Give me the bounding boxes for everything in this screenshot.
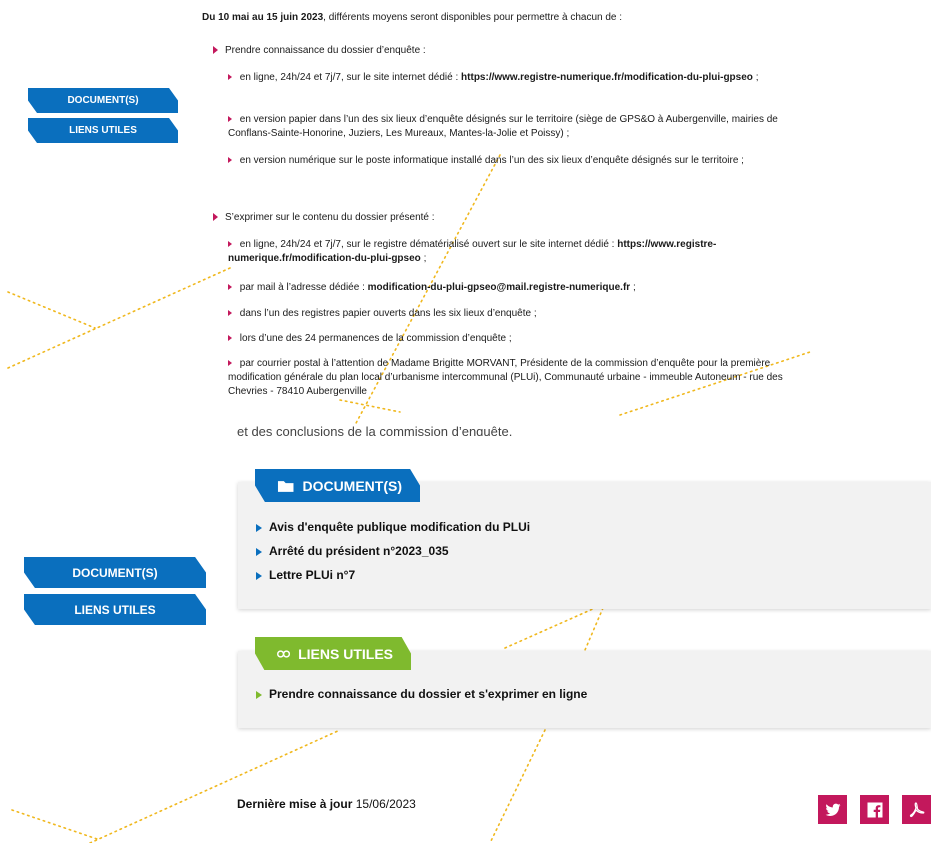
consult-digital-item: en version numérique sur le poste inform… <box>228 154 788 168</box>
bullet-icon <box>228 284 232 291</box>
section-title-consult: Prendre connaissance du dossier d’enquêt… <box>213 44 426 58</box>
document-link-lettre[interactable]: Lettre PLUi n°7 <box>256 568 355 582</box>
bullet-icon <box>228 241 232 248</box>
bullet-icon <box>228 74 232 81</box>
folder-icon <box>277 480 294 492</box>
last-updated: Dernière mise à jour 15/06/2023 <box>237 797 416 811</box>
arrow-icon <box>256 690 262 699</box>
bullet-icon <box>228 116 232 123</box>
twitter-share-button[interactable] <box>818 795 847 824</box>
express-mail-item: par mail à l’adresse dédiée : modificati… <box>228 281 788 295</box>
facebook-share-button[interactable] <box>860 795 889 824</box>
intro-lead: Du 10 mai au 15 juin 2023, différents mo… <box>202 12 623 23</box>
arrow-icon <box>256 547 262 556</box>
section-title-express: S’exprimer sur le contenu du dossier pré… <box>213 211 435 225</box>
sidebar-liens-button-2[interactable]: LIENS UTILES <box>24 594 206 625</box>
pdf-share-button[interactable] <box>902 795 931 824</box>
sidebar-document-button-2[interactable]: DOCUMENT(S) <box>24 557 206 588</box>
consult-online-item: en ligne, 24h/24 et 7j/7, sur le site in… <box>228 71 788 85</box>
express-postal-item: par courrier postal à l’attention de Mad… <box>228 358 783 397</box>
bullet-icon <box>228 335 232 342</box>
bullet-icon <box>228 310 232 317</box>
consult-paper-item: en version papier dans l’un des six lieu… <box>228 114 778 139</box>
bullet-icon <box>228 360 232 367</box>
cut-off-paragraph: et des conclusions de la commission d’en… <box>237 424 513 436</box>
arrow-icon <box>256 523 262 532</box>
liens-tab: LIENS UTILES <box>255 637 411 670</box>
link-icon <box>277 649 291 658</box>
bullet-icon <box>213 46 218 55</box>
bullet-icon <box>213 213 218 222</box>
bullet-icon <box>228 157 232 164</box>
registre-link[interactable]: https://www.registre-numerique.fr/modifi… <box>461 72 753 83</box>
sidebar-liens-button[interactable]: LIENS UTILES <box>28 118 178 143</box>
express-online-item: en ligne, 24h/24 et 7j/7, sur le registr… <box>228 239 717 264</box>
facebook-icon <box>867 802 882 818</box>
express-registers-item: dans l’un des registres papier ouverts d… <box>228 307 788 321</box>
documents-tab: DOCUMENT(S) <box>255 469 420 502</box>
sidebar-document-button[interactable]: DOCUMENT(S) <box>28 88 178 113</box>
document-link-avis[interactable]: Avis d'enquête publique modification du … <box>256 520 530 534</box>
liens-link-dossier[interactable]: Prendre connaissance du dossier et s'exp… <box>256 687 587 701</box>
arrow-icon <box>256 571 262 580</box>
document-link-arrete[interactable]: Arrêté du président n°2023_035 <box>256 544 449 558</box>
express-permanences-item: lors d’une des 24 permanences de la comm… <box>228 332 788 346</box>
pdf-icon <box>909 801 924 817</box>
twitter-icon <box>825 803 840 816</box>
email-link[interactable]: modification-du-plui-gpseo@mail.registre… <box>368 282 631 293</box>
